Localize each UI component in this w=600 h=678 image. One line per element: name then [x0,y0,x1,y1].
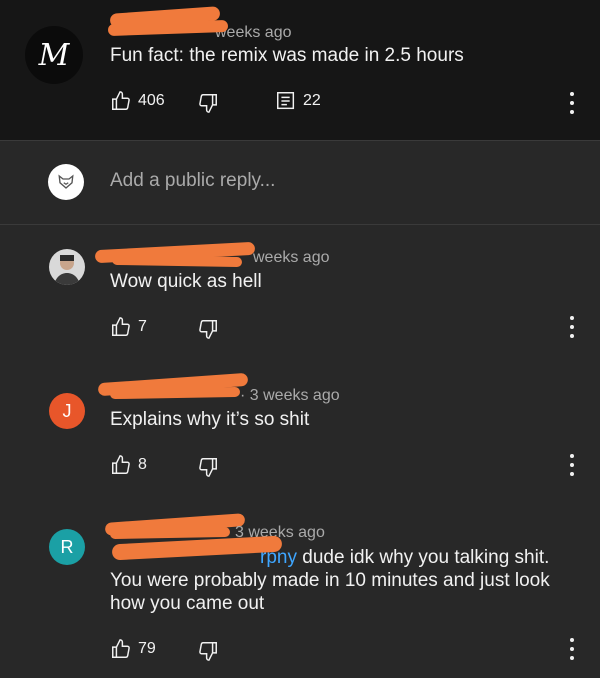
dislike-button[interactable] [197,92,219,114]
avatar[interactable]: R [49,529,85,565]
comment-text: Wow quick as hell [110,271,262,292]
divider [0,224,600,225]
replies-button[interactable]: 22 [275,90,321,112]
like-count: 7 [138,318,147,335]
comment-icon [275,90,297,112]
redacted-username [109,386,241,400]
thumbs-up-icon [110,90,132,112]
comment-meta: · 3 weeks ago [240,387,340,404]
comment-text-line: dude idk why you talking shit. [296,547,550,568]
redacted-username [111,254,243,268]
dislike-button[interactable] [197,456,219,478]
thumbs-up-icon [110,638,132,660]
comment-text: Explains why it’s so shit [110,409,310,430]
like-button[interactable]: 79 [110,638,156,660]
mention-link[interactable]: rpny [260,547,297,568]
avatar[interactable]: M [25,26,83,84]
thumbs-up-icon [110,316,132,338]
like-count: 79 [138,640,156,657]
like-button[interactable]: 7 [110,316,147,338]
dislike-button[interactable] [197,640,219,662]
comment-meta: weeks ago [253,249,330,266]
divider [0,140,600,141]
user-avatar [48,164,84,200]
comment-text-rest: You were probably made in 10 minutes and… [110,570,550,614]
top-comment-panel [0,0,600,140]
like-button[interactable]: 8 [110,454,147,476]
more-options-icon[interactable] [562,92,582,114]
like-button[interactable]: 406 [110,90,165,112]
avatar-letter: J [62,400,72,421]
thumbs-down-icon [197,640,219,662]
more-options-icon[interactable] [562,454,582,476]
like-count: 406 [138,92,165,109]
person-photo-icon [49,249,85,285]
avatar[interactable]: J [49,393,85,429]
avatar-letter: R [60,536,74,557]
dislike-button[interactable] [197,318,219,340]
avatar[interactable] [49,249,85,285]
avatar-logo-text: M [38,37,70,73]
reply-count: 22 [303,92,321,109]
comment-text: rpny dude idk why you talking shit. You … [110,546,580,615]
comment-text: Fun fact: the remix was made in 2.5 hour… [110,45,464,66]
more-options-icon[interactable] [562,316,582,338]
thumbs-down-icon [197,92,219,114]
like-count: 8 [138,456,147,473]
fox-icon [57,173,75,191]
thumbs-down-icon [197,456,219,478]
thumbs-down-icon [197,318,219,340]
more-options-icon[interactable] [562,638,582,660]
reply-input[interactable]: Add a public reply... [110,170,275,192]
thumbs-up-icon [110,454,132,476]
redacted-username [109,526,231,540]
